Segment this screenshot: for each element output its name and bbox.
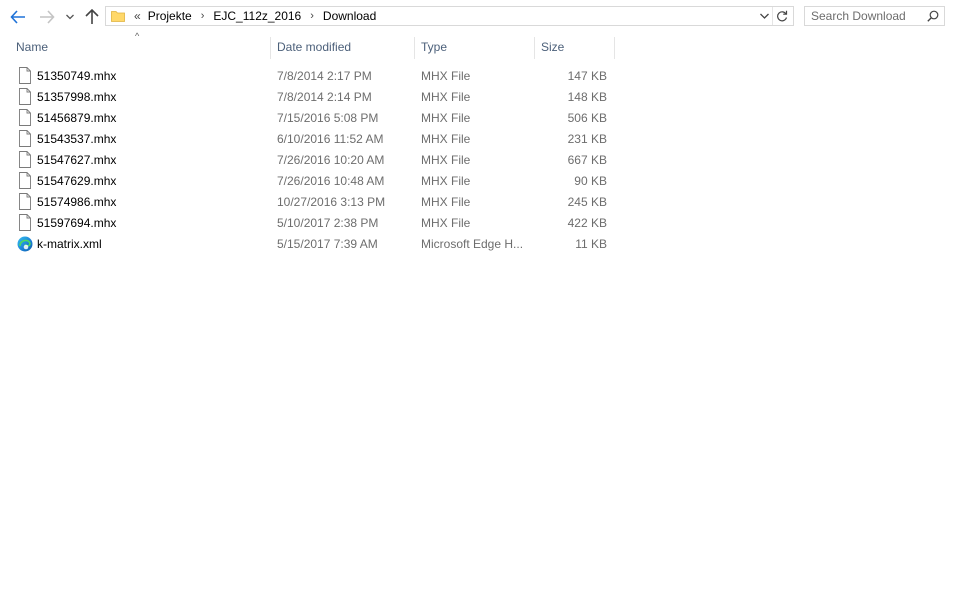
file-size: 667 KB — [567, 153, 607, 167]
breadcrumb-item-ejc[interactable]: EJC_112z_2016 — [211, 9, 303, 23]
refresh-button[interactable] — [772, 7, 791, 25]
arrow-left-icon — [10, 10, 25, 24]
column-header-date-modified[interactable]: Date modified — [271, 37, 415, 59]
file-type: MHX File — [421, 132, 471, 146]
file-name: 51543537.mhx — [37, 132, 117, 146]
breadcrumb-separator[interactable]: › — [194, 10, 212, 22]
forward-button[interactable] — [37, 7, 57, 27]
file-row[interactable]: k-matrix.xml 5/15/2017 7:39 AM Microsoft… — [10, 234, 615, 255]
file-date: 6/10/2016 11:52 AM — [277, 132, 384, 146]
file-type: MHX File — [421, 69, 471, 83]
chevron-down-icon — [66, 14, 74, 20]
file-name: k-matrix.xml — [37, 237, 102, 251]
file-date: 7/8/2014 2:17 PM — [277, 69, 372, 83]
file-type: MHX File — [421, 111, 471, 125]
refresh-icon — [777, 10, 788, 22]
file-size: 231 KB — [567, 132, 607, 146]
file-type: MHX File — [421, 153, 471, 167]
file-size: 245 KB — [567, 195, 607, 209]
column-header-name[interactable]: Name — [10, 37, 271, 59]
file-type: MHX File — [421, 90, 471, 104]
file-row[interactable]: 51456879.mhx 7/15/2016 5:08 PM MHX File … — [10, 108, 615, 129]
file-icon — [19, 193, 31, 210]
recent-locations-button[interactable] — [63, 7, 77, 27]
file-type: MHX File — [421, 174, 471, 188]
file-date: 5/10/2017 2:38 PM — [277, 216, 379, 230]
file-icon — [19, 214, 31, 231]
file-name: 51350749.mhx — [37, 69, 117, 83]
file-icon — [19, 172, 31, 189]
up-button[interactable] — [82, 7, 102, 27]
file-size: 11 KB — [575, 237, 607, 251]
file-size: 147 KB — [567, 69, 607, 83]
address-bar[interactable]: « Projekte › EJC_112z_2016 › Download — [105, 6, 794, 26]
file-name: 51547629.mhx — [37, 174, 117, 188]
arrow-right-icon — [40, 10, 55, 24]
folder-icon — [111, 11, 125, 22]
file-type: MHX File — [421, 216, 471, 230]
file-name: 51357998.mhx — [37, 90, 117, 104]
file-name: 51597694.mhx — [37, 216, 117, 230]
file-icon — [19, 130, 31, 147]
breadcrumb: « Projekte › EJC_112z_2016 › Download — [134, 9, 378, 23]
file-icon — [19, 88, 31, 105]
file-date: 10/27/2016 3:13 PM — [277, 195, 386, 209]
file-date: 7/26/2016 10:20 AM — [277, 153, 385, 167]
file-name: 51456879.mhx — [37, 111, 117, 125]
file-size: 90 KB — [574, 174, 607, 188]
file-size: 506 KB — [567, 111, 607, 125]
file-row[interactable]: 51597694.mhx 5/10/2017 2:38 PM MHX File … — [10, 213, 615, 234]
back-button[interactable] — [8, 7, 28, 27]
file-row[interactable]: 51574986.mhx 10/27/2016 3:13 PM MHX File… — [10, 192, 615, 213]
edge-icon — [17, 236, 33, 252]
file-row[interactable]: 51350749.mhx 7/8/2014 2:17 PM MHX File 1… — [10, 66, 615, 87]
file-type: MHX File — [421, 195, 471, 209]
arrow-up-icon — [85, 9, 99, 24]
column-header-size[interactable]: Size — [535, 37, 615, 59]
file-name: 51574986.mhx — [37, 195, 117, 209]
breadcrumb-separator[interactable]: › — [303, 10, 321, 22]
file-date: 7/8/2014 2:14 PM — [277, 90, 372, 104]
search-icon[interactable] — [927, 10, 939, 22]
file-row[interactable]: 51543537.mhx 6/10/2016 11:52 AM MHX File… — [10, 129, 615, 150]
column-header-type[interactable]: Type — [415, 37, 535, 59]
file-row[interactable]: 51547627.mhx 7/26/2016 10:20 AM MHX File… — [10, 150, 615, 171]
file-date: 7/26/2016 10:48 AM — [277, 174, 385, 188]
file-date: 7/15/2016 5:08 PM — [277, 111, 379, 125]
breadcrumb-item-download[interactable]: Download — [321, 9, 378, 23]
file-size: 148 KB — [567, 90, 607, 104]
file-size: 422 KB — [567, 216, 607, 230]
breadcrumb-item-projekte[interactable]: Projekte — [146, 9, 194, 23]
search-input[interactable] — [811, 9, 921, 23]
file-list: 51350749.mhx 7/8/2014 2:17 PM MHX File 1… — [10, 66, 615, 255]
file-icon — [19, 109, 31, 126]
file-icon — [19, 67, 31, 84]
file-icon — [19, 151, 31, 168]
file-row[interactable]: 51547629.mhx 7/26/2016 10:48 AM MHX File… — [10, 171, 615, 192]
file-type: Microsoft Edge H... — [421, 237, 524, 251]
address-dropdown-button[interactable] — [757, 7, 771, 25]
file-date: 5/15/2017 7:39 AM — [277, 237, 378, 251]
file-name: 51547627.mhx — [37, 153, 117, 167]
chevron-down-icon — [759, 13, 769, 19]
breadcrumb-overflow[interactable]: « — [134, 9, 146, 23]
search-box[interactable] — [804, 6, 945, 26]
file-row[interactable]: 51357998.mhx 7/8/2014 2:14 PM MHX File 1… — [10, 87, 615, 108]
